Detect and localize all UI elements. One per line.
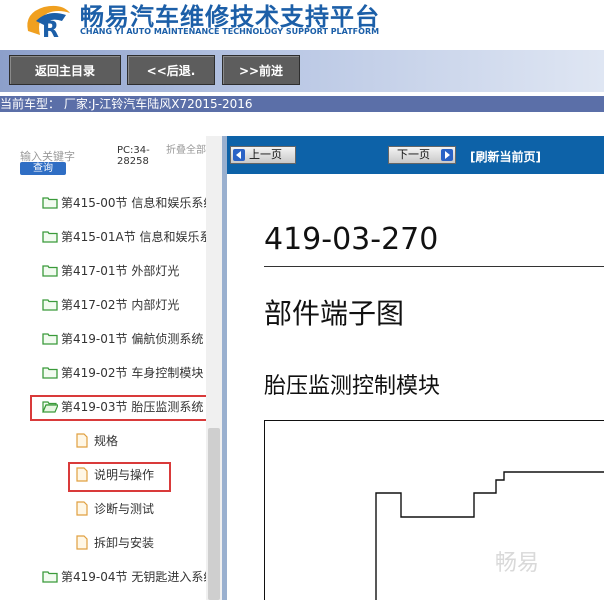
tree-item-specifications[interactable]: 规格 [0, 426, 206, 456]
tree-item-diagnosis-testing[interactable]: 诊断与测试 [0, 494, 206, 524]
folder-icon [42, 571, 58, 583]
tree-item-label: 拆卸与安装 [94, 536, 155, 550]
highlight-box-chapter [30, 395, 216, 421]
search-row: 输入关键字 查询 PC:34-28258 折叠全部 [0, 136, 222, 180]
folder-icon [42, 299, 58, 311]
previous-page-label: 上一页 [249, 148, 282, 161]
next-page-label: 下一页 [397, 148, 430, 161]
document-viewer: 上一页 下一页 [刷新当前页] 419-03-270 部件端子图 胎压监测控制模… [227, 136, 604, 600]
collapse-all-link[interactable]: 折叠全部 [166, 145, 208, 156]
refresh-page-link[interactable]: [刷新当前页] [470, 148, 541, 165]
folder-icon [42, 197, 58, 209]
tree-item-label: 第419-04节 无钥匙进入系统 [61, 570, 206, 584]
divider [264, 266, 604, 267]
tree-item-label: 第415-00节 信息和娱乐系统 [61, 196, 206, 210]
tree-item-label: 第417-01节 外部灯光 [61, 264, 180, 278]
brand-subtitle: CHANG YI AUTO MAINTENANCE TECHNOLOGY SUP… [80, 27, 380, 36]
highlight-box-leaf [68, 462, 171, 492]
tree-item-label: 第417-02节 内部灯光 [61, 298, 180, 312]
tree-item-label: 第419-02节 车身控制模块 [61, 366, 204, 380]
tree-item-label: 诊断与测试 [94, 502, 155, 516]
next-page-button[interactable]: 下一页 [388, 146, 456, 164]
connector-diagram [264, 420, 604, 600]
svg-text:R: R [42, 18, 59, 43]
tree-item-419-04[interactable]: 第419-04节 无钥匙进入系统 [0, 562, 206, 592]
pc-code-label: PC:34-28258 [117, 145, 150, 167]
tree-item-label: 规格 [94, 434, 119, 448]
arrow-right-icon [441, 149, 453, 161]
document-icon [76, 501, 88, 516]
return-home-button[interactable]: 返回主目录 [9, 55, 121, 85]
tree-item-removal-installation[interactable]: 拆卸与安装 [0, 528, 206, 558]
tree-item-417-01[interactable]: 第417-01节 外部灯光 [0, 256, 206, 286]
tree-item-419-02[interactable]: 第419-02节 车身控制模块 [0, 358, 206, 388]
brand-header: R 畅易汽车维修技术支持平台 CHANG YI AUTO MAINTENANCE… [0, 0, 604, 48]
document-icon [76, 433, 88, 448]
watermark-text: 畅易 [495, 551, 540, 576]
tree-scrollbar-thumb[interactable] [208, 428, 220, 600]
catalog-tree-panel: 输入关键字 查询 PC:34-28258 折叠全部 第415-00节 信息和娱乐… [0, 136, 222, 600]
document-subheading: 胎压监测控制模块 [264, 374, 441, 399]
document-icon [76, 535, 88, 550]
folder-icon [42, 333, 58, 345]
tree-item-label: 第419-01节 偏航侦测系统 [61, 332, 204, 346]
document-number: 419-03-270 [264, 222, 439, 257]
tree-item-415-01a[interactable]: 第415-01A节 信息和娱乐系统 [0, 222, 206, 252]
document-heading: 部件端子图 [264, 297, 405, 330]
previous-page-button[interactable]: 上一页 [230, 146, 296, 164]
folder-icon [42, 367, 58, 379]
tree-item-419-01[interactable]: 第419-01节 偏航侦测系统 [0, 324, 206, 354]
back-button[interactable]: <<后退. [127, 55, 215, 85]
toolbar: 返回主目录 <<后退. >>前进 [0, 50, 604, 92]
tree-item-417-02[interactable]: 第417-02节 内部灯光 [0, 290, 206, 320]
chang-yi-logo-icon: R [27, 5, 70, 43]
current-vehicle: 当前车型： 厂家:J-江铃汽车陆风X72015-2016 [0, 96, 604, 112]
forward-button[interactable]: >>前进 [222, 55, 300, 85]
folder-icon [42, 265, 58, 277]
tree-item-415-00[interactable]: 第415-00节 信息和娱乐系统 [0, 188, 206, 218]
page-nav-bar: 上一页 下一页 [刷新当前页] [227, 136, 604, 174]
current-vehicle-text: 当前车型： 厂家:J-江铃汽车陆风X72015-2016 [0, 97, 253, 111]
folder-icon [42, 231, 58, 243]
tree-item-label: 第415-01A节 信息和娱乐系统 [61, 230, 206, 244]
query-button[interactable]: 查询 [20, 162, 66, 175]
arrow-left-icon [233, 149, 245, 161]
